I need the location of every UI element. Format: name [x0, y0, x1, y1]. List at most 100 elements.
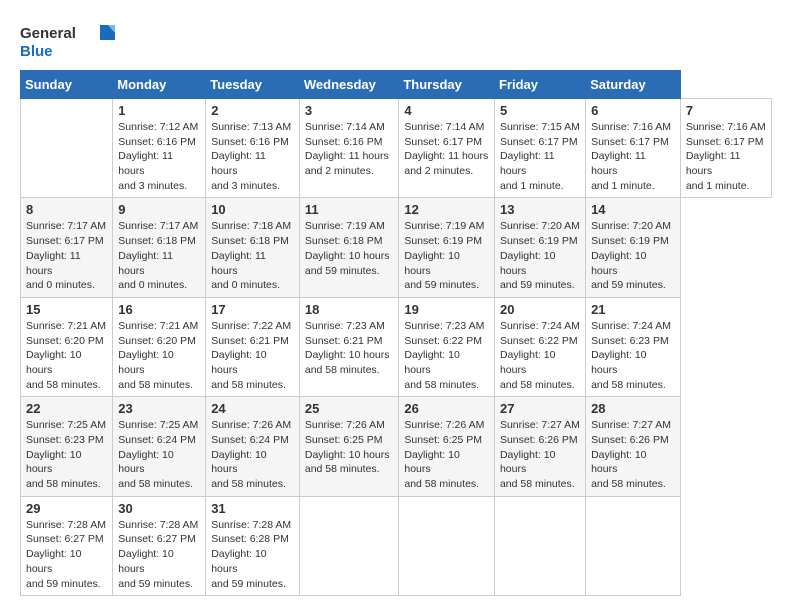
calendar-cell: [21, 99, 113, 198]
day-info: Sunrise: 7:22 AM Sunset: 6:21 PM Dayligh…: [211, 319, 294, 392]
day-info: Sunrise: 7:17 AM Sunset: 6:17 PM Dayligh…: [26, 219, 107, 292]
calendar-cell: 19 Sunrise: 7:23 AM Sunset: 6:22 PM Dayli…: [399, 297, 495, 396]
day-number: 24: [211, 401, 294, 416]
svg-text:Blue: Blue: [20, 43, 53, 60]
day-info: Sunrise: 7:23 AM Sunset: 6:21 PM Dayligh…: [305, 319, 394, 378]
day-info: Sunrise: 7:20 AM Sunset: 6:19 PM Dayligh…: [591, 219, 675, 292]
calendar-cell: 30 Sunrise: 7:28 AM Sunset: 6:27 PM Dayli…: [113, 496, 206, 595]
calendar-cell: 12Sunrise: 7:19 AM Sunset: 6:19 PM Dayli…: [399, 198, 495, 297]
day-number: 25: [305, 401, 394, 416]
weekday-header-friday: Friday: [494, 71, 585, 99]
calendar-cell: 5 Sunrise: 7:15 AM Sunset: 6:17 PM Daylig…: [494, 99, 585, 198]
day-info: Sunrise: 7:24 AM Sunset: 6:22 PM Dayligh…: [500, 319, 580, 392]
calendar-cell: 7 Sunrise: 7:16 AM Sunset: 6:17 PM Daylig…: [680, 99, 771, 198]
logo: General Blue: [20, 20, 120, 60]
calendar-cell: [494, 496, 585, 595]
calendar-cell: 10Sunrise: 7:18 AM Sunset: 6:18 PM Dayli…: [206, 198, 300, 297]
weekday-header-tuesday: Tuesday: [206, 71, 300, 99]
day-number: 9: [118, 202, 200, 217]
weekday-header-wednesday: Wednesday: [299, 71, 399, 99]
calendar-cell: 25Sunrise: 7:26 AM Sunset: 6:25 PM Dayli…: [299, 397, 399, 496]
day-info: Sunrise: 7:26 AM Sunset: 6:25 PM Dayligh…: [404, 418, 489, 491]
day-number: 1: [118, 103, 200, 118]
day-number: 10: [211, 202, 294, 217]
day-number: 31: [211, 501, 294, 516]
day-number: 20: [500, 302, 580, 317]
calendar-cell: 17Sunrise: 7:22 AM Sunset: 6:21 PM Dayli…: [206, 297, 300, 396]
day-info: Sunrise: 7:14 AM Sunset: 6:16 PM Dayligh…: [305, 120, 394, 179]
day-number: 6: [591, 103, 675, 118]
day-number: 13: [500, 202, 580, 217]
day-number: 29: [26, 501, 107, 516]
day-number: 28: [591, 401, 675, 416]
calendar-cell: 21Sunrise: 7:24 AM Sunset: 6:23 PM Dayli…: [586, 297, 681, 396]
day-number: 19: [404, 302, 489, 317]
day-info: Sunrise: 7:21 AM Sunset: 6:20 PM Dayligh…: [26, 319, 107, 392]
calendar-cell: 27Sunrise: 7:27 AM Sunset: 6:26 PM Dayli…: [494, 397, 585, 496]
day-number: 14: [591, 202, 675, 217]
week-row-5: 29 Sunrise: 7:28 AM Sunset: 6:27 PM Dayli…: [21, 496, 772, 595]
calendar-cell: 11 Sunrise: 7:19 AM Sunset: 6:18 PM Dayli…: [299, 198, 399, 297]
calendar-cell: 8 Sunrise: 7:17 AM Sunset: 6:17 PM Daylig…: [21, 198, 113, 297]
day-number: 3: [305, 103, 394, 118]
day-number: 15: [26, 302, 107, 317]
week-row-3: 15 Sunrise: 7:21 AM Sunset: 6:20 PM Dayli…: [21, 297, 772, 396]
day-number: 4: [404, 103, 489, 118]
day-number: 11: [305, 202, 394, 217]
svg-text:General: General: [20, 25, 76, 42]
weekday-header-row: SundayMondayTuesdayWednesdayThursdayFrid…: [21, 71, 772, 99]
weekday-header-thursday: Thursday: [399, 71, 495, 99]
day-info: Sunrise: 7:19 AM Sunset: 6:18 PM Dayligh…: [305, 219, 394, 278]
day-number: 7: [686, 103, 766, 118]
calendar-cell: 6Sunrise: 7:16 AM Sunset: 6:17 PM Daylig…: [586, 99, 681, 198]
day-number: 23: [118, 401, 200, 416]
week-row-1: 1 Sunrise: 7:12 AM Sunset: 6:16 PM Daylig…: [21, 99, 772, 198]
calendar-table: SundayMondayTuesdayWednesdayThursdayFrid…: [20, 70, 772, 596]
day-info: Sunrise: 7:19 AM Sunset: 6:19 PM Dayligh…: [404, 219, 489, 292]
day-info: Sunrise: 7:25 AM Sunset: 6:24 PM Dayligh…: [118, 418, 200, 491]
day-info: Sunrise: 7:12 AM Sunset: 6:16 PM Dayligh…: [118, 120, 200, 193]
day-info: Sunrise: 7:14 AM Sunset: 6:17 PM Dayligh…: [404, 120, 489, 179]
day-number: 8: [26, 202, 107, 217]
day-number: 16: [118, 302, 200, 317]
day-info: Sunrise: 7:28 AM Sunset: 6:27 PM Dayligh…: [118, 518, 200, 591]
day-info: Sunrise: 7:17 AM Sunset: 6:18 PM Dayligh…: [118, 219, 200, 292]
calendar-cell: 2Sunrise: 7:13 AM Sunset: 6:16 PM Daylig…: [206, 99, 300, 198]
calendar-cell: 22Sunrise: 7:25 AM Sunset: 6:23 PM Dayli…: [21, 397, 113, 496]
calendar-cell: 14 Sunrise: 7:20 AM Sunset: 6:19 PM Dayli…: [586, 198, 681, 297]
calendar-cell: [586, 496, 681, 595]
calendar-cell: 1 Sunrise: 7:12 AM Sunset: 6:16 PM Daylig…: [113, 99, 206, 198]
day-info: Sunrise: 7:15 AM Sunset: 6:17 PM Dayligh…: [500, 120, 580, 193]
weekday-header-monday: Monday: [113, 71, 206, 99]
day-info: Sunrise: 7:24 AM Sunset: 6:23 PM Dayligh…: [591, 319, 675, 392]
day-number: 5: [500, 103, 580, 118]
calendar-cell: 23 Sunrise: 7:25 AM Sunset: 6:24 PM Dayli…: [113, 397, 206, 496]
calendar-cell: 15 Sunrise: 7:21 AM Sunset: 6:20 PM Dayli…: [21, 297, 113, 396]
day-number: 2: [211, 103, 294, 118]
calendar-cell: 31 Sunrise: 7:28 AM Sunset: 6:28 PM Dayli…: [206, 496, 300, 595]
calendar-cell: [399, 496, 495, 595]
day-info: Sunrise: 7:28 AM Sunset: 6:28 PM Dayligh…: [211, 518, 294, 591]
calendar-cell: 20 Sunrise: 7:24 AM Sunset: 6:22 PM Dayli…: [494, 297, 585, 396]
day-info: Sunrise: 7:26 AM Sunset: 6:24 PM Dayligh…: [211, 418, 294, 491]
calendar-cell: 28 Sunrise: 7:27 AM Sunset: 6:26 PM Dayli…: [586, 397, 681, 496]
week-row-4: 22Sunrise: 7:25 AM Sunset: 6:23 PM Dayli…: [21, 397, 772, 496]
calendar-cell: 16 Sunrise: 7:21 AM Sunset: 6:20 PM Dayli…: [113, 297, 206, 396]
day-info: Sunrise: 7:27 AM Sunset: 6:26 PM Dayligh…: [500, 418, 580, 491]
weekday-header-sunday: Sunday: [21, 71, 113, 99]
day-info: Sunrise: 7:21 AM Sunset: 6:20 PM Dayligh…: [118, 319, 200, 392]
calendar-cell: [299, 496, 399, 595]
day-number: 22: [26, 401, 107, 416]
calendar-cell: 4 Sunrise: 7:14 AM Sunset: 6:17 PM Daylig…: [399, 99, 495, 198]
day-number: 30: [118, 501, 200, 516]
calendar-cell: 18Sunrise: 7:23 AM Sunset: 6:21 PM Dayli…: [299, 297, 399, 396]
day-info: Sunrise: 7:28 AM Sunset: 6:27 PM Dayligh…: [26, 518, 107, 591]
day-info: Sunrise: 7:16 AM Sunset: 6:17 PM Dayligh…: [686, 120, 766, 193]
calendar-cell: 3 Sunrise: 7:14 AM Sunset: 6:16 PM Daylig…: [299, 99, 399, 198]
day-info: Sunrise: 7:23 AM Sunset: 6:22 PM Dayligh…: [404, 319, 489, 392]
logo-svg: General Blue: [20, 20, 120, 60]
day-info: Sunrise: 7:27 AM Sunset: 6:26 PM Dayligh…: [591, 418, 675, 491]
calendar-cell: 26Sunrise: 7:26 AM Sunset: 6:25 PM Dayli…: [399, 397, 495, 496]
calendar-cell: 9 Sunrise: 7:17 AM Sunset: 6:18 PM Daylig…: [113, 198, 206, 297]
weekday-header-saturday: Saturday: [586, 71, 681, 99]
